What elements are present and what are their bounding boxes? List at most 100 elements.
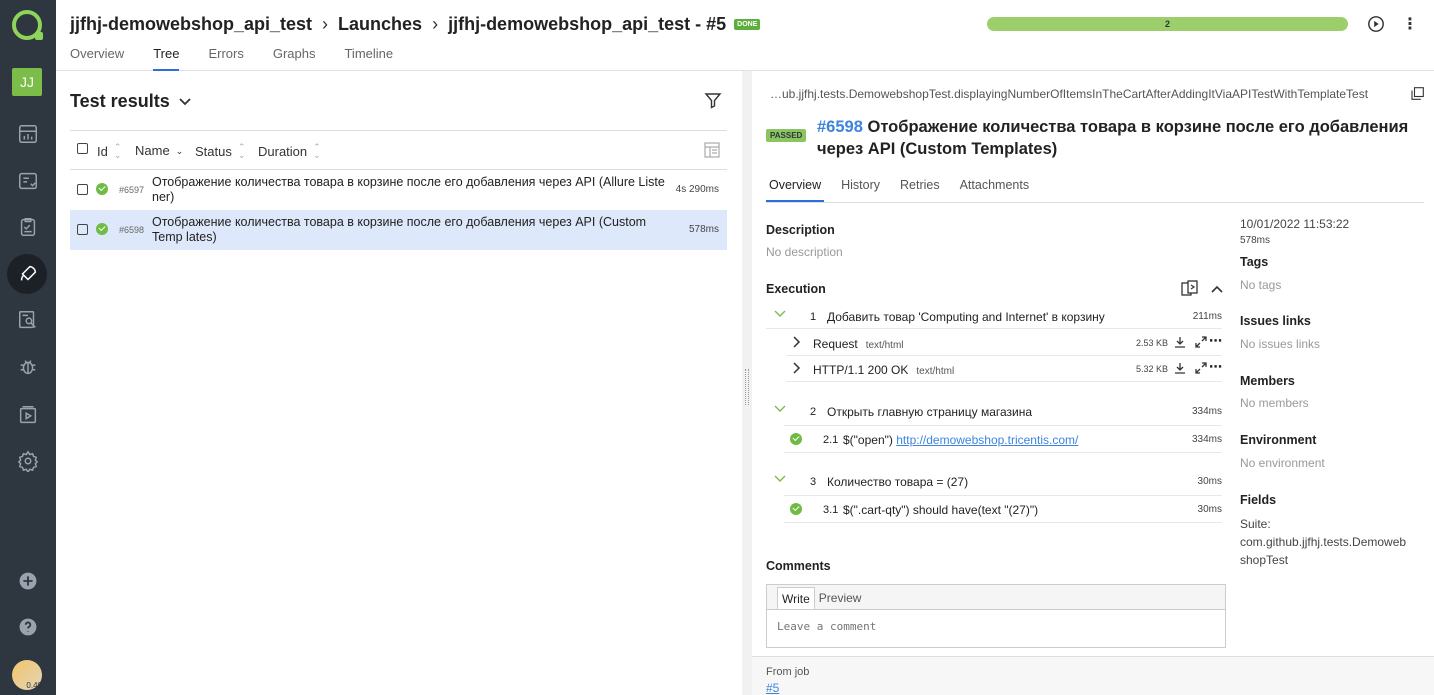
crumb-launches[interactable]: Launches [338,14,422,35]
expand-icon[interactable] [1195,336,1207,351]
step-label: Добавить товар 'Computing and Internet' … [827,310,1105,324]
step-duration: 30ms [1197,476,1222,487]
play-icon[interactable] [1366,14,1386,34]
table-row-selected[interactable]: #6598 Отображение количества товара в ко… [70,210,727,250]
jobs-icon[interactable] [14,401,42,429]
more-horizontal-icon[interactable]: ⋯ [1209,359,1222,375]
select-all-checkbox[interactable] [77,143,88,154]
row-id: #6597 [119,185,145,195]
filter-icon[interactable] [704,91,722,114]
panel-resize-handle[interactable] [742,71,752,695]
project-avatar[interactable]: JJ [12,68,42,96]
more-horizontal-icon[interactable]: ⋯ [1209,333,1222,349]
from-job-label: From job [766,666,810,678]
table-row[interactable]: #6597 Отображение количества товара в ко… [70,170,727,210]
chevron-right-icon[interactable] [792,335,802,352]
crumb-project[interactable]: jjfhj-demowebshop_api_test [70,14,312,35]
tab-errors[interactable]: Errors [208,46,243,71]
download-icon[interactable] [1174,362,1186,377]
tab-tree[interactable]: Tree [153,46,180,71]
chevron-down-icon[interactable] [774,472,786,487]
column-duration[interactable]: Duration ⌃ ⌄ [258,143,321,160]
chevron-down-icon[interactable] [774,307,786,322]
column-name[interactable]: Name ⌄ [135,143,183,158]
test-duration: 578ms [1240,235,1271,246]
tab-timeline[interactable]: Timeline [344,46,393,71]
attachment-request[interactable]: Request text/html 2.53 KB ⋯ [786,330,1222,356]
columns-settings-icon[interactable] [703,141,721,159]
row-name: Отображение количества товара в корзине … [152,215,647,244]
environment-label: Environment [1240,433,1317,447]
sort-icon: ⌃ ⌄ [113,142,122,160]
execution-label: Execution [766,282,826,296]
sort-desc-icon: ⌄ [175,145,184,156]
passed-icon [790,503,802,515]
dashboard-icon[interactable] [14,120,42,148]
help-icon[interactable] [14,613,42,641]
chevron-down-icon[interactable] [774,402,786,417]
test-results-header[interactable]: Test results [70,91,192,112]
suite-field: Suite: com.github.jjfhj.tests.Demoweb sh… [1240,515,1425,569]
testcases-icon[interactable] [14,167,42,195]
row-checkbox[interactable] [77,224,88,235]
step-number: 1 [810,311,817,323]
step-2[interactable]: 2 Открыть главную страницу магазина 334m… [766,398,1222,424]
tab-graphs[interactable]: Graphs [273,46,316,71]
passed-icon [96,223,108,235]
step-3-1[interactable]: 3.1 $(".cart-qty") should have(text "(27… [784,495,1222,523]
from-job-link[interactable]: #5 [766,681,779,695]
more-vertical-icon[interactable]: ⋮ [1400,14,1420,34]
chevron-right-icon[interactable] [792,361,802,378]
tags-label: Tags [1240,255,1269,269]
tab-history[interactable]: History [838,178,883,202]
crumb-launch: jjfhj-demowebshop_api_test - #5 [448,14,727,34]
attachment-response[interactable]: HTTP/1.1 200 OK text/html 5.32 KB ⋯ [786,356,1222,382]
test-plans-icon[interactable] [14,213,42,241]
attachment-size: 5.32 KB [1135,364,1168,374]
comment-tabs: Write Preview [777,587,865,609]
attachment-mime: text/html [916,366,955,377]
attachment-name: Request [813,337,858,351]
collapse-icon[interactable] [1210,282,1224,300]
test-results-panel: Test results Id ⌃ ⌄ Name ⌄ Status ⌃ ⌄ Duratio… [56,71,742,695]
table-header: Id ⌃ ⌄ Name ⌄ Status ⌃ ⌄ Duration ⌃ ⌄ [70,130,727,170]
tab-overview[interactable]: Overview [70,46,124,71]
column-status[interactable]: Status ⌃ ⌄ [195,143,245,160]
settings-icon[interactable] [14,447,42,475]
add-icon[interactable] [14,567,42,595]
analytics-icon[interactable] [14,306,42,334]
row-checkbox[interactable] [77,184,88,195]
column-id[interactable]: Id ⌃ ⌄ [97,142,122,160]
step-number: 3 [810,476,817,488]
user-avatar[interactable]: 0.40 [12,660,42,690]
defects-icon[interactable] [14,353,42,381]
status-badge: DONE [734,19,761,30]
launches-icon[interactable] [14,260,42,288]
row-duration: 4s 290ms [675,184,719,195]
tab-preview[interactable]: Preview [815,587,866,609]
step-1[interactable]: 1 Добавить товар 'Computing and Internet… [766,303,1222,329]
step-2-1[interactable]: 2.1 $("open") http://demowebshop.tricent… [784,425,1222,453]
expand-icon[interactable] [1195,362,1207,377]
tab-overview[interactable]: Overview [766,178,825,202]
step-link[interactable]: http://demowebshop.tricentis.com/ [896,433,1078,447]
row-duration: 578ms [688,224,719,235]
step-duration: 211ms [1192,311,1222,322]
expand-all-icon[interactable] [1181,280,1199,303]
download-icon[interactable] [1174,336,1186,351]
description-label: Description [766,223,835,237]
step-3[interactable]: 3 Количество товара = (27) 30ms [766,468,1222,494]
launch-tabs: Overview Tree Errors Graphs Timeline [70,46,422,71]
test-id[interactable]: #6598 [817,118,863,136]
tab-retries[interactable]: Retries [897,178,943,202]
comments-label: Comments [766,559,831,573]
test-title-text: Отображение количества товара в корзине … [817,118,1409,158]
allure-logo-icon[interactable] [12,10,43,40]
top-bar: jjfhj-demowebshop_api_test › Launches › … [56,0,1434,71]
tab-write[interactable]: Write [777,587,815,609]
copy-icon[interactable] [1411,87,1424,100]
comment-editor: Write Preview [766,584,1226,648]
comment-input[interactable] [767,609,1225,647]
tab-attachments[interactable]: Attachments [957,178,1032,202]
test-full-path: …ub.jjfhj.tests.DemowebshopTest.displayi… [770,87,1369,101]
